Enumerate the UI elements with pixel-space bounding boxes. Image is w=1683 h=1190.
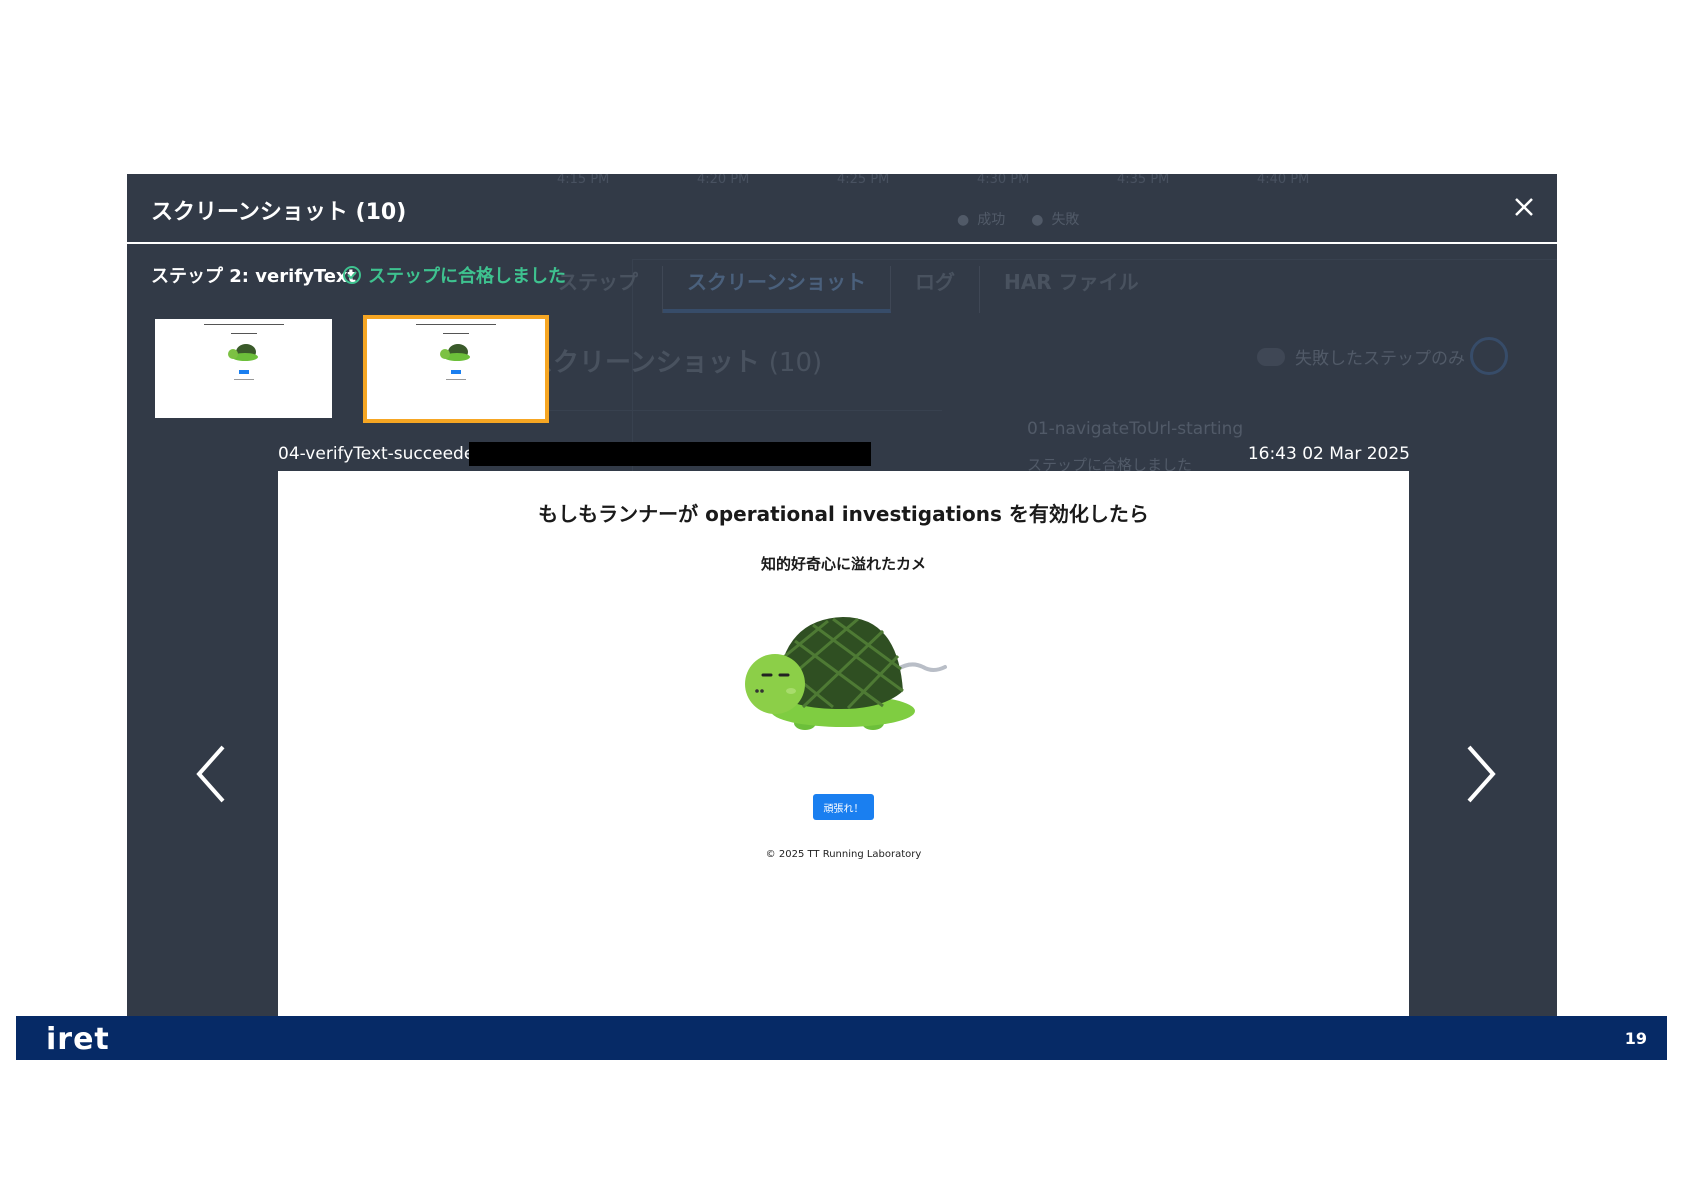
tab-screenshots: スクリーンショット <box>663 266 891 313</box>
step-label: ステップ 2: verifyText <box>151 266 357 287</box>
background-tabs: ステップ スクリーンショット ログ HAR ファイル <box>534 266 1163 313</box>
thumbnail-line <box>446 379 466 380</box>
thumbnail-line <box>233 379 254 380</box>
thumbnail-button <box>451 370 461 374</box>
toggle-label: 失敗したステップのみ <box>1295 349 1465 369</box>
tab-logs: ログ <box>891 266 980 313</box>
modal-title: スクリーンショット (10) <box>151 200 407 225</box>
redacted-bar <box>469 442 871 466</box>
preview-title: もしもランナーが operational investigations を有効化… <box>538 502 1149 526</box>
turtle-icon <box>745 617 947 730</box>
background-step-name: 01-navigateToUrl-starting <box>1027 419 1244 439</box>
thumbnail-line <box>443 333 469 334</box>
background-heading-count: (10) <box>768 348 823 378</box>
divider <box>487 410 942 411</box>
thumbnail-preview <box>155 319 332 418</box>
screenshot-name: 04-verifyText-succeeded <box>278 444 486 464</box>
modal-header: スクリーンショット (10) <box>127 174 1557 244</box>
preview-footer: © 2025 TT Running Laboratory <box>765 849 922 860</box>
turtle-icon <box>228 344 258 361</box>
screenshot-preview: もしもランナーが operational investigations を有効化… <box>278 471 1409 1016</box>
step-status: ステップに合格しました <box>342 262 566 288</box>
failed-only-toggle: 失敗したステップのみ <box>1257 344 1465 369</box>
slide-footer: iret 19 <box>16 1016 1667 1060</box>
previous-button[interactable] <box>187 739 237 809</box>
chevron-left-icon <box>196 745 225 803</box>
check-circle-icon <box>343 266 361 284</box>
close-button[interactable] <box>1509 192 1539 222</box>
slide: 4:15 PM 4:20 PM 4:25 PM 4:30 PM 4:35 PM … <box>0 0 1683 1190</box>
background-heading-text: スクリーンショット <box>527 348 760 378</box>
preview-subtitle: 知的好奇心に溢れたカメ <box>760 555 926 573</box>
thumbnail-line <box>230 333 257 334</box>
screenshot-modal: 4:15 PM 4:20 PM 4:25 PM 4:30 PM 4:35 PM … <box>127 174 1557 1016</box>
toggle-switch <box>1257 347 1285 366</box>
tab-har-file: HAR ファイル <box>1004 270 1139 294</box>
screenshot-thumbnail-selected[interactable] <box>363 315 549 423</box>
close-icon <box>1515 198 1533 216</box>
next-button[interactable] <box>1455 739 1505 809</box>
thumbnail-preview <box>367 319 545 419</box>
turtle-icon <box>440 344 470 361</box>
screenshot-thumbnail[interactable] <box>155 319 332 418</box>
page-number: 19 <box>1624 1029 1647 1048</box>
thumbnail-line <box>416 324 496 325</box>
chevron-right-icon <box>1467 745 1496 803</box>
thumbnail-button <box>238 370 249 374</box>
fullscreen-icon <box>1470 337 1508 375</box>
background-heading: スクリーンショット (10) <box>527 342 822 379</box>
iret-logo: iret <box>46 1022 110 1057</box>
screenshot-timestamp: 16:43 02 Mar 2025 <box>1247 444 1410 464</box>
cheer-button[interactable]: 頑張れ！ <box>813 794 874 820</box>
thumbnail-line <box>203 324 284 325</box>
step-status-text: ステップに合格しました <box>368 266 566 287</box>
